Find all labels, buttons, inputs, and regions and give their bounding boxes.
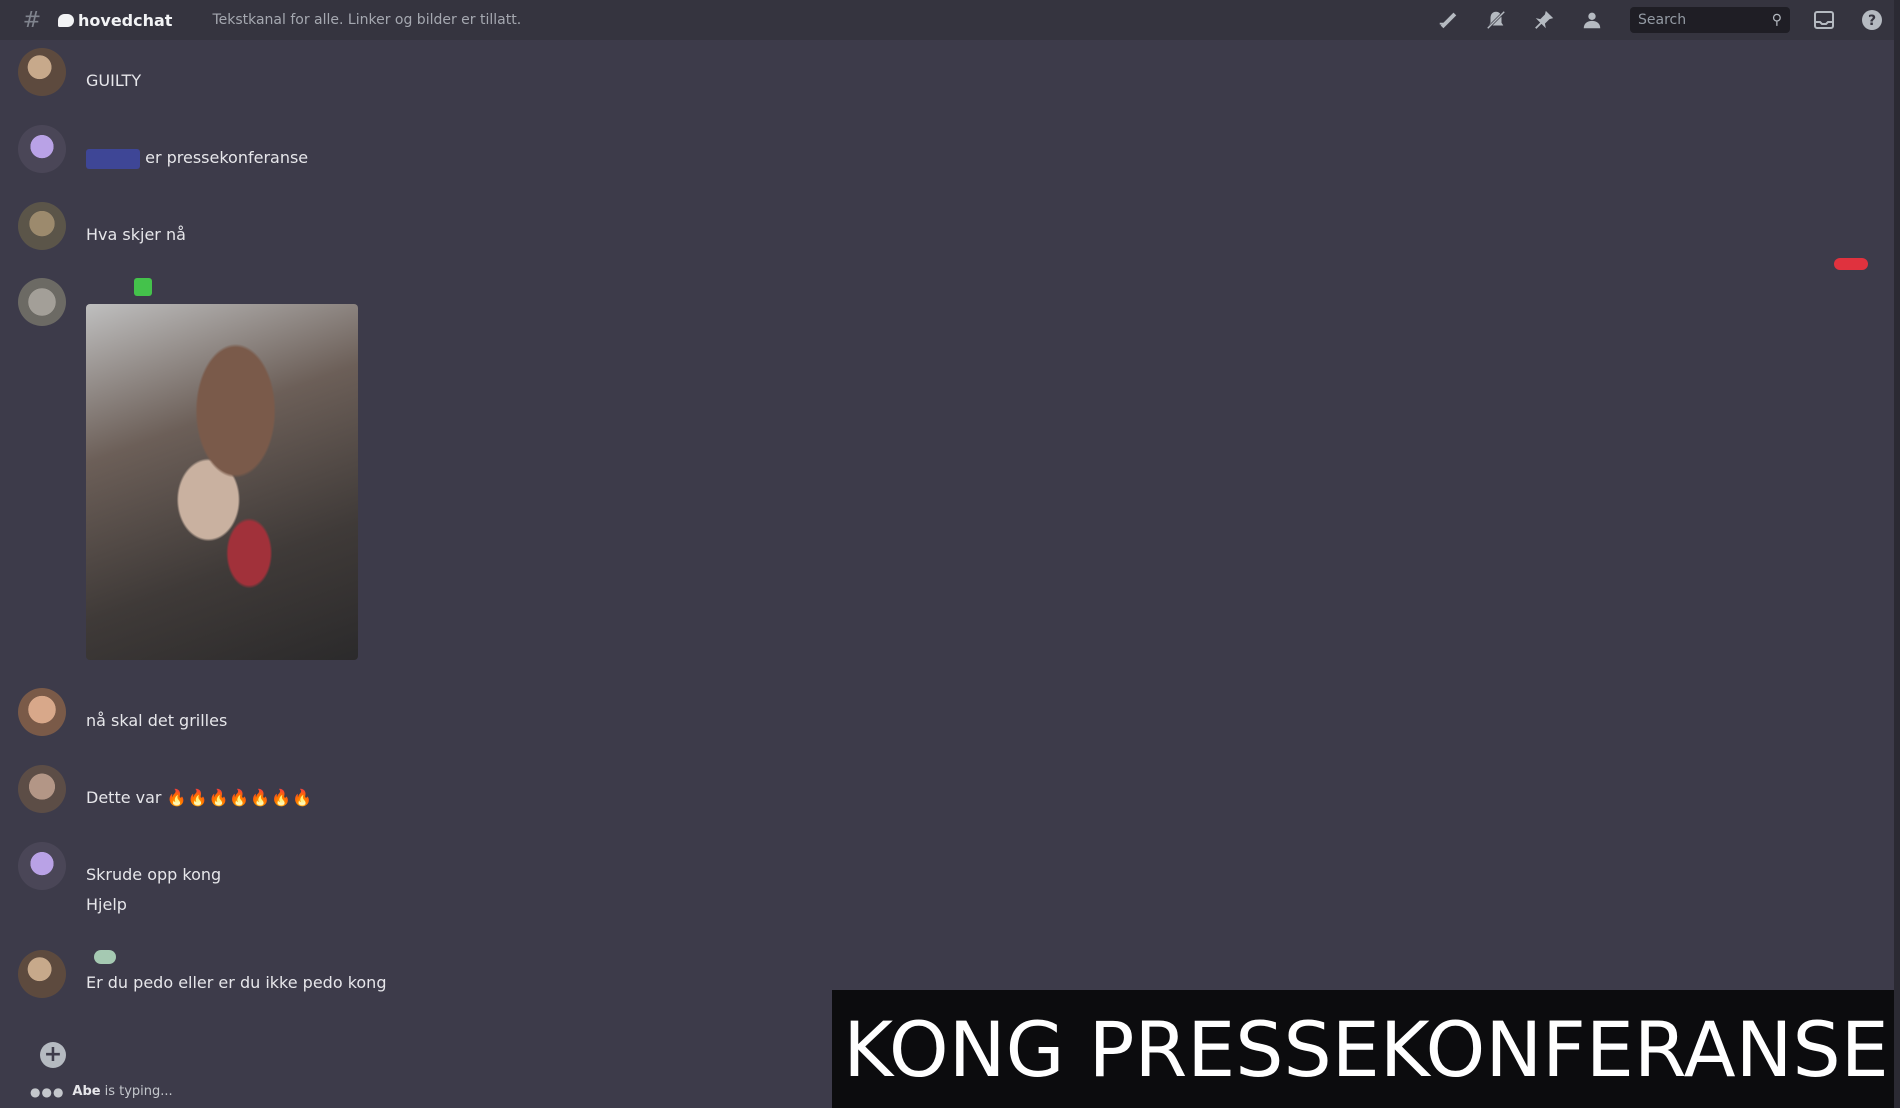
fire-emoji-row: 🔥🔥🔥🔥🔥🔥🔥 — [166, 788, 314, 807]
channel-name[interactable]: hovedchat — [58, 11, 172, 30]
channel-name-label: hovedchat — [78, 10, 173, 30]
message[interactable] — [18, 278, 358, 660]
members-icon[interactable] — [1578, 6, 1606, 34]
message-text: er pressekonferanse — [86, 145, 308, 171]
unread-indicator[interactable] — [1834, 258, 1868, 270]
message[interactable]: Skrude opp kong Hjelp — [18, 842, 221, 918]
message[interactable]: nå skal det grilles — [18, 688, 227, 736]
message[interactable]: Dette var 🔥🔥🔥🔥🔥🔥🔥 — [18, 765, 313, 813]
avatar[interactable] — [18, 842, 66, 890]
typing-dots-icon: ●●● — [30, 1084, 65, 1099]
chat-bubble-icon — [58, 13, 74, 27]
scrollbar-track[interactable] — [1894, 0, 1900, 1108]
user-mention[interactable] — [86, 148, 140, 169]
message-text: Dette var 🔥🔥🔥🔥🔥🔥🔥 — [86, 785, 313, 811]
badge-icon — [94, 950, 116, 964]
message-text: GUILTY — [86, 71, 142, 90]
typing-indicator: ●●● Abe is typing... — [30, 1084, 173, 1099]
svg-text:?: ? — [1868, 13, 1876, 29]
message[interactable]: Hva skjer nå — [18, 202, 186, 250]
avatar[interactable] — [18, 688, 66, 736]
mute-icon[interactable] — [1482, 6, 1510, 34]
message-text: Er du pedo eller er du ikke pedo kong — [86, 973, 387, 992]
avatar[interactable] — [18, 278, 66, 326]
add-attachment-icon[interactable]: + — [40, 1042, 66, 1068]
message[interactable]: GUILTY — [18, 48, 141, 96]
avatar[interactable] — [18, 48, 66, 96]
message[interactable]: Er du pedo eller er du ikke pedo kong — [18, 950, 386, 998]
avatar[interactable] — [18, 950, 66, 998]
search-icon: ⚲ — [1771, 12, 1782, 28]
help-icon[interactable]: ? — [1858, 6, 1886, 34]
typing-user: Abe — [72, 1084, 101, 1099]
typing-suffix: is typing... — [104, 1084, 173, 1099]
image-attachment[interactable] — [86, 304, 358, 660]
message[interactable]: er pressekonferanse — [18, 125, 308, 173]
channel-topic[interactable]: Tekstkanal for alle. Linker og bilder er… — [212, 12, 521, 28]
pin-icon[interactable] — [1530, 6, 1558, 34]
message-text: Hjelp — [86, 895, 127, 914]
message-text: Hva skjer nå — [86, 225, 186, 244]
message-text: Skrude opp kong — [86, 865, 222, 884]
inbox-icon[interactable] — [1810, 6, 1838, 34]
chat-window: # hovedchat Tekstkanal for alle. Linker … — [0, 0, 1900, 1108]
video-caption-overlay: KONG PRESSEKONFERANSE — [832, 990, 1900, 1108]
search-placeholder: Search — [1638, 12, 1687, 28]
message-text: nå skal det grilles — [86, 711, 228, 730]
message-list[interactable]: GUILTY er pressekonferanse Hva skjer nå … — [0, 40, 1900, 1025]
role-icon — [134, 278, 152, 296]
channel-header: # hovedchat Tekstkanal for alle. Linker … — [0, 0, 1900, 40]
avatar[interactable] — [18, 125, 66, 173]
message-text-content: Dette var — [86, 788, 162, 807]
header-toolbar: Search ⚲ ? — [1414, 0, 1900, 40]
message-text-content: er pressekonferanse — [145, 148, 309, 167]
avatar[interactable] — [18, 765, 66, 813]
threads-icon[interactable] — [1434, 6, 1462, 34]
avatar[interactable] — [18, 202, 66, 250]
search-input[interactable]: Search ⚲ — [1630, 7, 1790, 33]
hash-icon: # — [22, 7, 42, 33]
